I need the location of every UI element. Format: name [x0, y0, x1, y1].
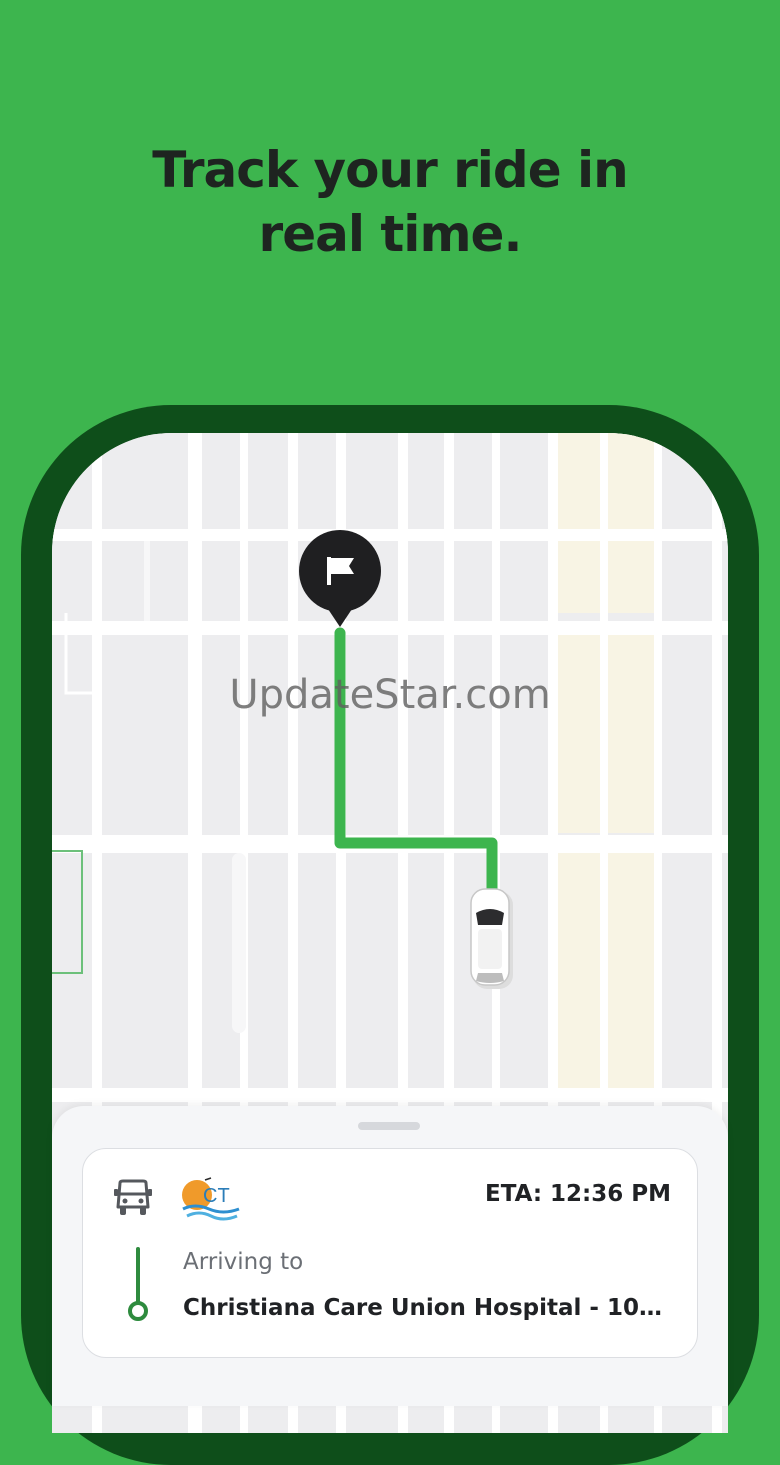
headline-line-2: real time. — [258, 205, 523, 263]
headline-line-1: Track your ride in — [152, 141, 629, 199]
headline: Track your ride in real time. — [0, 138, 780, 266]
watermark: UpdateStar.com — [229, 672, 551, 718]
eta-label: ETA: 12:36 PM — [484, 1181, 671, 1207]
sheet-grabber[interactable] — [358, 1122, 420, 1130]
car-icon — [470, 888, 513, 989]
ride-card[interactable]: CT ETA: 12:36 PM Arriving to Christiana … — [82, 1148, 698, 1358]
van-icon — [114, 1179, 152, 1215]
svg-text:CT: CT — [203, 1185, 230, 1207]
brand-logo: CT — [182, 1177, 240, 1221]
bottom-sheet[interactable]: CT ETA: 12:36 PM Arriving to Christiana … — [52, 1106, 728, 1406]
arriving-label: Arriving to — [183, 1249, 304, 1275]
route-indicator-icon — [128, 1247, 148, 1321]
destination-address: Christiana Care Union Hospital - 106 B..… — [183, 1295, 673, 1321]
